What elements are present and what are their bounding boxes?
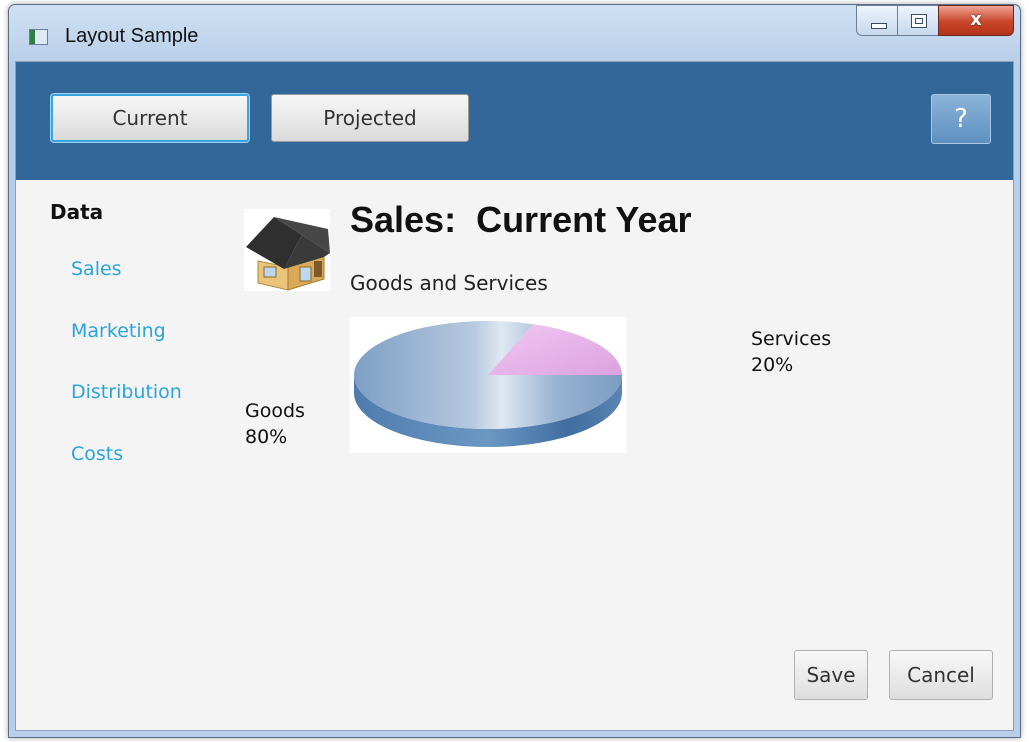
current-button[interactable]: Current [51,94,249,142]
save-button[interactable]: Save [794,650,868,700]
title-bar[interactable]: Layout Sample x [9,5,1020,61]
cancel-button[interactable]: Cancel [889,650,993,700]
chart-subtitle: Goods and Services [350,271,548,295]
top-toolbar: Current Projected ? [16,62,1013,180]
sidebar-title: Data [50,200,104,224]
projected-button[interactable]: Projected [271,94,469,142]
services-value: 20% [751,354,794,376]
help-button[interactable]: ? [931,94,991,144]
close-icon: x [970,9,982,30]
window-controls: x [856,5,1014,37]
maximize-button[interactable] [897,5,939,36]
minimize-button[interactable] [856,5,898,36]
house-icon [244,209,330,291]
services-name: Services [751,328,832,350]
sidebar-item-costs[interactable]: Costs [71,443,123,465]
sidebar-item-distribution[interactable]: Distribution [71,381,182,403]
page-title: Sales: Current Year [350,199,692,240]
minimize-icon [871,23,887,29]
goods-value: 80% [245,426,288,448]
close-button[interactable]: x [938,5,1014,36]
app-window: Layout Sample x Current Projected ? Data… [8,4,1021,738]
client-area: Current Projected ? Data Sales Marketing… [15,61,1014,731]
maximize-icon [911,14,927,28]
pie-chart [350,317,626,453]
sidebar-item-sales[interactable]: Sales [71,258,122,280]
sidebar-item-marketing[interactable]: Marketing [71,320,166,342]
sidebar: Data [50,200,220,224]
goods-slice-label: Goods 80% [245,398,305,450]
app-icon [29,29,48,45]
goods-name: Goods [245,400,305,422]
services-slice-label: Services 20% [751,326,831,378]
window-title: Layout Sample [65,25,199,47]
